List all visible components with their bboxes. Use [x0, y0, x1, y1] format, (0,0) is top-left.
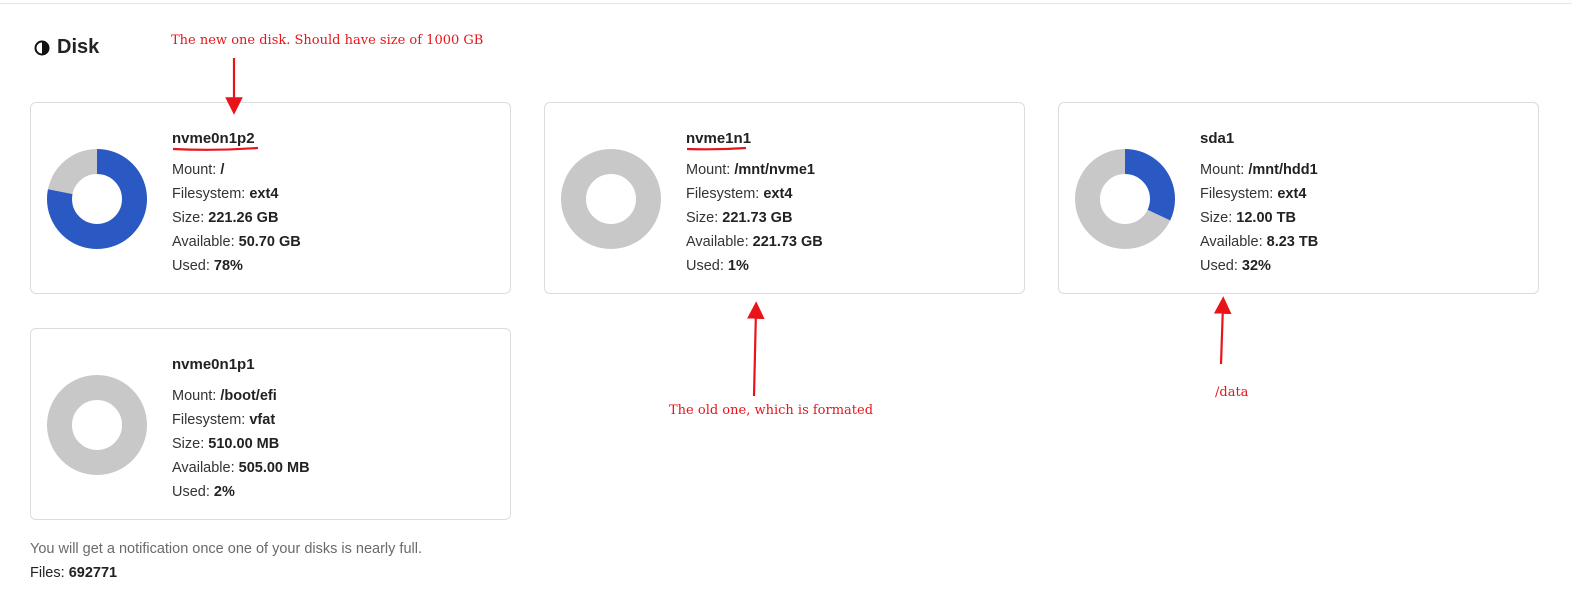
disk-name: nvme0n1p1: [172, 356, 255, 373]
disk-name: nvme0n1p2: [172, 130, 255, 147]
top-divider: [0, 3, 1572, 4]
available-row: Available: 50.70 GB: [172, 234, 301, 250]
used-row: Used: 2%: [172, 484, 235, 500]
available-row: Available: 221.73 GB: [686, 234, 823, 250]
available-value: 505.00 MB: [238, 460, 310, 476]
available-value: 221.73 GB: [752, 234, 823, 250]
filesystem-value: vfat: [249, 412, 276, 428]
used-value: 2%: [213, 484, 235, 500]
size-value: 12.00 TB: [1236, 210, 1296, 226]
filesystem-row: Filesystem: ext4: [1200, 186, 1307, 202]
disk-card-nvme0n1p2: nvme0n1p2 Mount: / Filesystem: ext4 Size…: [30, 102, 511, 294]
mount-value: /boot/efi: [220, 388, 277, 404]
mount-value: /mnt/nvme1: [734, 162, 815, 178]
size-value: 221.26 GB: [208, 210, 279, 226]
used-value: 1%: [727, 258, 749, 274]
free-space-arc: [561, 149, 661, 249]
filesystem-value: ext4: [763, 186, 793, 202]
mount-value: /: [220, 162, 225, 178]
size-value: 221.73 GB: [722, 210, 793, 226]
mount-row: Mount: /boot/efi: [172, 388, 277, 404]
files-count: Files: 692771: [30, 565, 118, 581]
used-row: Used: 1%: [686, 258, 749, 274]
files-value: 692771: [68, 565, 118, 581]
size-row: Size: 12.00 TB: [1200, 210, 1296, 226]
mount-value: /mnt/hdd1: [1248, 162, 1318, 178]
used-value: 32%: [1241, 258, 1271, 274]
arrow-old-disk: [746, 301, 765, 397]
half-circle-icon: [34, 40, 50, 56]
used-value: 78%: [213, 258, 243, 274]
usage-donut: [47, 149, 147, 249]
used-row: Used: 32%: [1200, 258, 1271, 274]
mount-row: Mount: /mnt/hdd1: [1200, 162, 1318, 178]
disk-card-nvme1n1: nvme1n1 Mount: /mnt/nvme1 Filesystem: ex…: [544, 102, 1025, 294]
mount-row: Mount: /: [172, 162, 225, 178]
free-space-arc: [47, 375, 147, 475]
disk-card-sda1: sda1 Mount: /mnt/hdd1 Filesystem: ext4 S…: [1058, 102, 1539, 294]
filesystem-row: Filesystem: ext4: [686, 186, 793, 202]
size-row: Size: 510.00 MB: [172, 436, 280, 452]
available-value: 8.23 TB: [1266, 234, 1319, 250]
section-title: Disk: [57, 36, 100, 58]
filesystem-row: Filesystem: ext4: [172, 186, 279, 202]
disk-name: sda1: [1200, 130, 1235, 147]
disk-card-nvme0n1p1: nvme0n1p1 Mount: /boot/efi Filesystem: v…: [30, 328, 511, 520]
available-value: 50.70 GB: [238, 234, 301, 250]
mount-row: Mount: /mnt/nvme1: [686, 162, 815, 178]
size-value: 510.00 MB: [208, 436, 280, 452]
available-row: Available: 8.23 TB: [1200, 234, 1319, 250]
size-row: Size: 221.26 GB: [172, 210, 279, 226]
filesystem-value: ext4: [1277, 186, 1307, 202]
disk-name: nvme1n1: [686, 130, 752, 147]
available-row: Available: 505.00 MB: [172, 460, 310, 476]
annotation-old-disk: The old one, which is formated: [669, 403, 874, 418]
arrow-data: [1213, 296, 1232, 365]
annotation-data: /data: [1215, 385, 1249, 400]
size-row: Size: 221.73 GB: [686, 210, 793, 226]
usage-donut: [47, 375, 147, 475]
usage-donut: [1075, 149, 1175, 249]
filesystem-row: Filesystem: vfat: [172, 412, 276, 428]
annotation-new-disk: The new one disk. Should have size of 10…: [171, 33, 484, 48]
used-row: Used: 78%: [172, 258, 243, 274]
disk-full-notice: You will get a notification once one of …: [30, 541, 422, 557]
filesystem-value: ext4: [249, 186, 279, 202]
usage-donut: [561, 149, 661, 249]
section-header: Disk: [34, 36, 99, 59]
